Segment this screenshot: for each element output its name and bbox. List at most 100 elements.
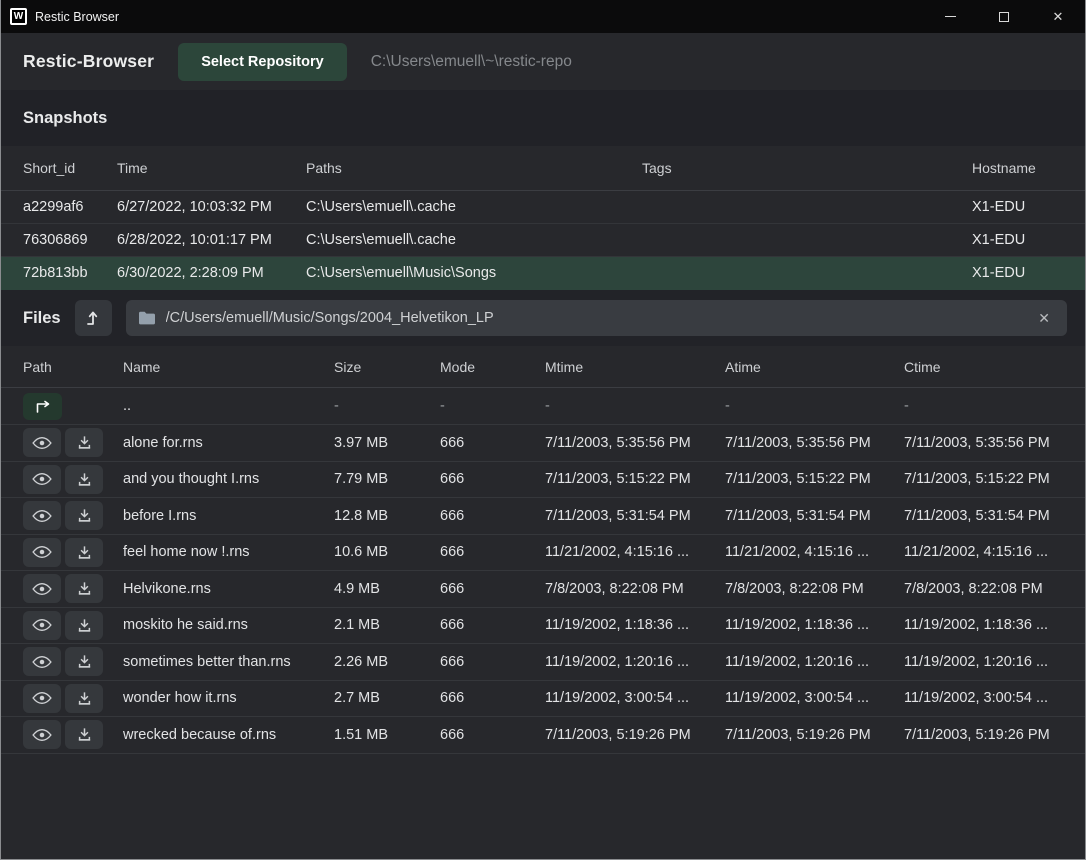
file-mode: 666 [440, 471, 545, 487]
minimize-icon [945, 16, 956, 18]
eye-icon [32, 691, 52, 705]
parent-directory-row: .. - - - - - [1, 388, 1085, 425]
parent-dir-mode: - [440, 398, 545, 414]
column-size: Size [334, 359, 440, 375]
file-size: 7.79 MB [334, 471, 440, 487]
file-atime: 11/21/2002, 4:15:16 ... [725, 544, 904, 560]
folder-icon [139, 311, 156, 325]
file-atime: 7/11/2003, 5:15:22 PM [725, 471, 904, 487]
snapshots-table-body: a2299af6 6/27/2022, 10:03:32 PM C:\Users… [1, 191, 1085, 290]
file-mtime: 11/19/2002, 1:18:36 ... [545, 617, 725, 633]
snapshot-paths: C:\Users\emuell\.cache [306, 199, 642, 215]
repository-path: C:\Users\emuell\~\restic-repo [371, 53, 572, 71]
app-window: W Restic Browser ✕ Restic-Browser Select… [0, 0, 1086, 860]
snapshot-row[interactable]: a2299af6 6/27/2022, 10:03:32 PM C:\Users… [1, 191, 1085, 224]
file-mode: 666 [440, 508, 545, 524]
file-size: 12.8 MB [334, 508, 440, 524]
eye-icon [32, 655, 52, 669]
file-mtime: 7/11/2003, 5:15:22 PM [545, 471, 725, 487]
preview-file-button[interactable] [23, 538, 61, 567]
file-size: 3.97 MB [334, 435, 440, 451]
snapshot-short-id: a2299af6 [23, 199, 117, 215]
maximize-button[interactable] [977, 0, 1031, 33]
eye-icon [32, 472, 52, 486]
snapshot-row[interactable]: 76306869 6/28/2022, 10:01:17 PM C:\Users… [1, 224, 1085, 257]
download-file-button[interactable] [65, 465, 103, 494]
files-section-header: Files /C/Users/emuell/Music/Songs/2004_H… [1, 290, 1085, 346]
file-mtime: 7/11/2003, 5:35:56 PM [545, 435, 725, 451]
download-icon [77, 691, 92, 706]
column-mode: Mode [440, 359, 545, 375]
file-mode: 666 [440, 581, 545, 597]
file-size: 1.51 MB [334, 727, 440, 743]
download-file-button[interactable] [65, 611, 103, 640]
download-file-button[interactable] [65, 538, 103, 567]
snapshot-hostname: X1-EDU [972, 265, 1063, 281]
eye-icon [32, 582, 52, 596]
file-size: 2.7 MB [334, 690, 440, 706]
eye-icon [32, 545, 52, 559]
download-file-button[interactable] [65, 501, 103, 530]
minimize-button[interactable] [923, 0, 977, 33]
file-row: moskito he said.rns 2.1 MB 666 11/19/200… [1, 608, 1085, 645]
clear-path-button[interactable]: ✕ [1034, 309, 1054, 327]
file-row: sometimes better than.rns 2.26 MB 666 11… [1, 644, 1085, 681]
download-icon [77, 472, 92, 487]
download-file-button[interactable] [65, 428, 103, 457]
eye-icon [32, 728, 52, 742]
preview-file-button[interactable] [23, 611, 61, 640]
column-paths: Paths [306, 160, 642, 176]
file-ctime: 7/11/2003, 5:19:26 PM [904, 727, 1063, 743]
column-path: Path [23, 359, 123, 375]
snapshot-row[interactable]: 72b813bb 6/30/2022, 2:28:09 PM C:\Users\… [1, 257, 1085, 290]
download-file-button[interactable] [65, 574, 103, 603]
download-icon [77, 581, 92, 596]
file-mode: 666 [440, 654, 545, 670]
file-ctime: 11/19/2002, 1:18:36 ... [904, 617, 1063, 633]
download-file-button[interactable] [65, 647, 103, 676]
file-size: 10.6 MB [334, 544, 440, 560]
preview-file-button[interactable] [23, 428, 61, 457]
column-hostname: Hostname [972, 160, 1063, 176]
file-ctime: 7/11/2003, 5:35:56 PM [904, 435, 1063, 451]
preview-file-button[interactable] [23, 647, 61, 676]
file-name: and you thought I.rns [123, 471, 334, 487]
column-atime: Atime [725, 359, 904, 375]
file-row: and you thought I.rns 7.79 MB 666 7/11/2… [1, 462, 1085, 499]
download-file-button[interactable] [65, 720, 103, 749]
files-table-header: Path Name Size Mode Mtime Atime Ctime [1, 346, 1085, 388]
close-button[interactable]: ✕ [1031, 0, 1085, 33]
current-path-bar[interactable]: /C/Users/emuell/Music/Songs/2004_Helveti… [126, 300, 1067, 336]
file-mode: 666 [440, 690, 545, 706]
snapshots-section-header: Snapshots [1, 90, 1085, 146]
file-ctime: 11/19/2002, 3:00:54 ... [904, 690, 1063, 706]
up-level-button[interactable] [75, 300, 112, 336]
parent-dir-mtime: - [545, 398, 725, 414]
file-atime: 11/19/2002, 1:20:16 ... [725, 654, 904, 670]
preview-file-button[interactable] [23, 501, 61, 530]
download-file-button[interactable] [65, 684, 103, 713]
file-size: 2.26 MB [334, 654, 440, 670]
go-to-parent-button[interactable] [23, 393, 62, 420]
snapshot-paths: C:\Users\emuell\.cache [306, 232, 642, 248]
column-time: Time [117, 160, 306, 176]
preview-file-button[interactable] [23, 684, 61, 713]
column-mtime: Mtime [545, 359, 725, 375]
eye-icon [32, 618, 52, 632]
snapshot-hostname: X1-EDU [972, 232, 1063, 248]
snapshot-hostname: X1-EDU [972, 199, 1063, 215]
file-mtime: 7/11/2003, 5:31:54 PM [545, 508, 725, 524]
preview-file-button[interactable] [23, 720, 61, 749]
download-icon [77, 654, 92, 669]
file-ctime: 11/19/2002, 1:20:16 ... [904, 654, 1063, 670]
snapshots-heading: Snapshots [23, 109, 107, 128]
select-repository-button[interactable]: Select Repository [178, 43, 347, 81]
file-mtime: 11/19/2002, 3:00:54 ... [545, 690, 725, 706]
files-table-body: alone for.rns 3.97 MB 666 7/11/2003, 5:3… [1, 425, 1085, 754]
file-mode: 666 [440, 727, 545, 743]
download-icon [77, 545, 92, 560]
file-row: Helvikone.rns 4.9 MB 666 7/8/2003, 8:22:… [1, 571, 1085, 608]
preview-file-button[interactable] [23, 574, 61, 603]
preview-file-button[interactable] [23, 465, 61, 494]
parent-dir-size: - [334, 398, 440, 414]
